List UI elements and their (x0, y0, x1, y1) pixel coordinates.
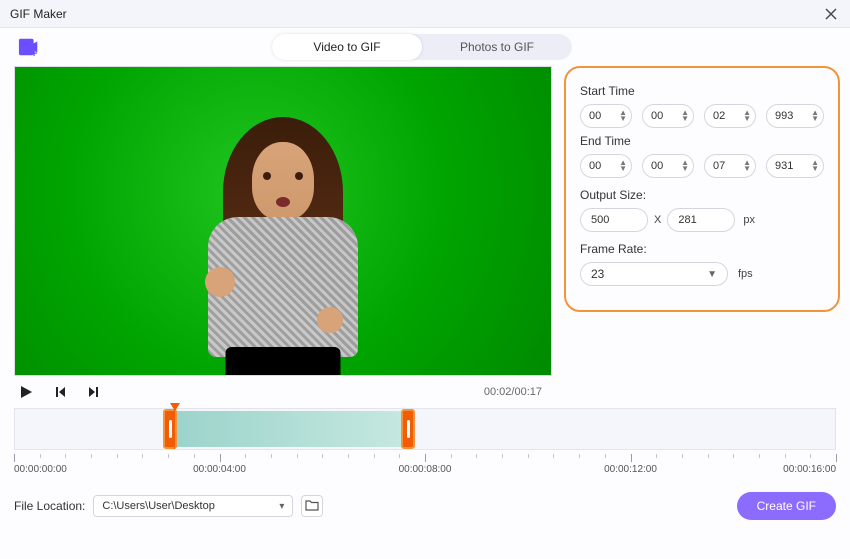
chevron-down-icon: ▼ (707, 269, 717, 280)
ruler-label: 00:00:12:00 (604, 464, 657, 475)
playhead-line (174, 409, 175, 449)
end-minutes-stepper[interactable]: 00▲▼ (642, 154, 694, 178)
video-preview (14, 66, 552, 376)
settings-panel: Start Time 00▲▼ 00▲▼ 02▲▼ 993▲▼ End Time… (564, 66, 840, 312)
ruler-label: 00:00:16:00 (783, 464, 836, 475)
selection-end-handle[interactable] (401, 409, 415, 449)
frame-rate-label: Frame Rate: (580, 242, 824, 256)
time-display: 00:02/00:17 (484, 386, 548, 398)
output-height-field[interactable]: 281 (667, 208, 735, 232)
end-time-label: End Time (580, 134, 824, 148)
output-size-label: Output Size: (580, 188, 824, 202)
start-time-label: Start Time (580, 84, 824, 98)
window-title: GIF Maker (10, 7, 67, 21)
end-seconds-stepper[interactable]: 07▲▼ (704, 154, 756, 178)
prev-frame-icon[interactable] (52, 384, 68, 400)
output-width-field[interactable]: 500 (580, 208, 648, 232)
start-ms-stepper[interactable]: 993▲▼ (766, 104, 824, 128)
end-ms-stepper[interactable]: 931▲▼ (766, 154, 824, 178)
ruler-label: 00:00:00:00 (14, 464, 67, 475)
folder-icon (305, 499, 319, 514)
dimension-separator: X (654, 214, 661, 226)
mode-tabs: Video to GIF Photos to GIF (272, 34, 572, 60)
tab-photos-to-gif[interactable]: Photos to GIF (422, 34, 572, 60)
timeline-track[interactable] (14, 408, 836, 450)
ruler-label: 00:00:08:00 (399, 464, 452, 475)
start-minutes-stepper[interactable]: 00▲▼ (642, 104, 694, 128)
frame-rate-select[interactable]: 23 ▼ (580, 262, 728, 286)
file-location-label: File Location: (14, 499, 85, 513)
end-hours-stepper[interactable]: 00▲▼ (580, 154, 632, 178)
svg-text:+: + (31, 48, 37, 58)
timeline-selection (163, 411, 401, 447)
play-icon[interactable] (18, 384, 34, 400)
browse-folder-button[interactable] (301, 495, 323, 517)
ruler-label: 00:00:04:00 (193, 464, 246, 475)
app-logo-icon: + (18, 36, 40, 58)
timeline-ruler: 00:00:00:00 00:00:04:00 00:00:08:00 00:0… (14, 454, 836, 482)
chevron-down-icon: ▾ (279, 501, 284, 512)
start-seconds-stepper[interactable]: 02▲▼ (704, 104, 756, 128)
file-location-select[interactable]: C:\Users\User\Desktop ▾ (93, 495, 293, 517)
close-icon[interactable] (822, 5, 840, 23)
next-frame-icon[interactable] (86, 384, 102, 400)
dimension-unit: px (743, 214, 755, 226)
start-hours-stepper[interactable]: 00▲▼ (580, 104, 632, 128)
tab-video-to-gif[interactable]: Video to GIF (272, 34, 422, 60)
playhead-icon[interactable] (170, 403, 180, 411)
frame-rate-unit: fps (738, 268, 753, 280)
create-gif-button[interactable]: Create GIF (737, 492, 836, 520)
